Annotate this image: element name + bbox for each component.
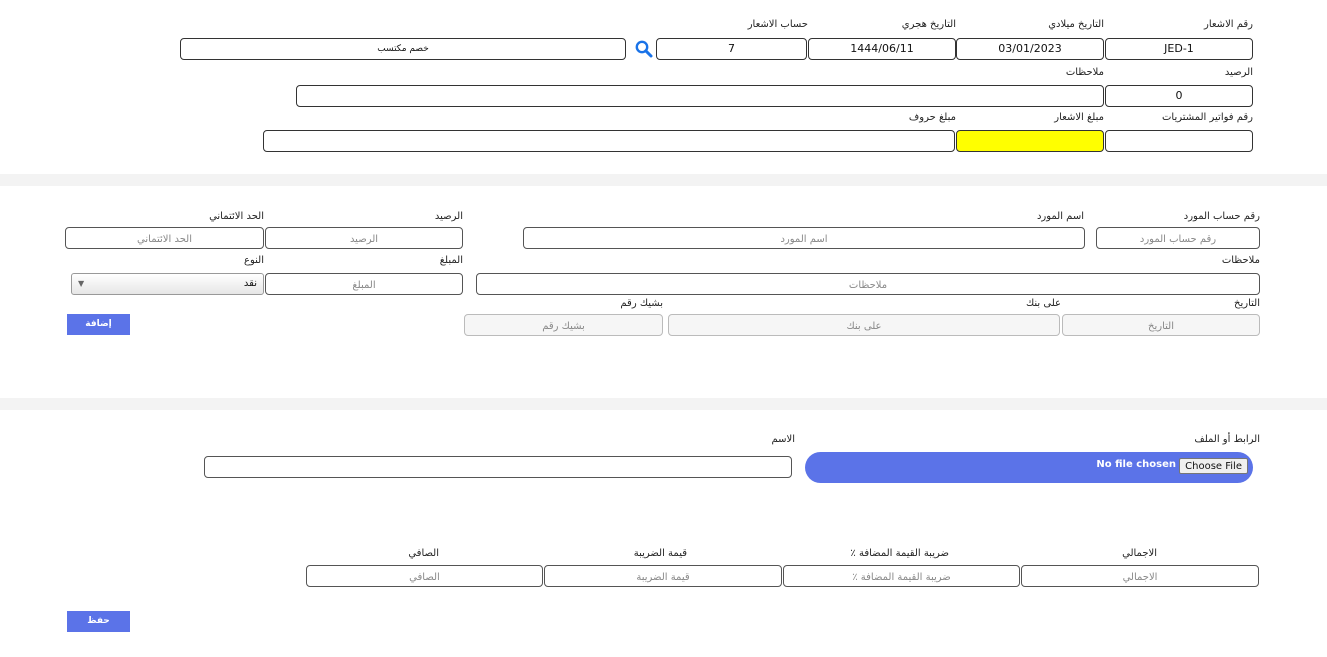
notice-amount-label: مبلغ الاشعار — [1054, 112, 1104, 123]
chevron-down-icon: ▼ — [78, 279, 85, 288]
supplier-balance-label: الرصيد — [434, 211, 463, 222]
balance-field[interactable]: 0 — [1105, 85, 1253, 107]
net-input[interactable] — [306, 565, 543, 587]
save-button[interactable]: حفظ — [67, 611, 130, 632]
tax-value-input[interactable] — [544, 565, 782, 587]
notice-no-field[interactable]: JED-1 — [1105, 38, 1253, 60]
type-select[interactable]: نقد ▼ — [71, 273, 264, 295]
supplier-balance-input[interactable] — [265, 227, 463, 249]
amount-label: المبلغ — [439, 255, 463, 266]
supplier-account-no-label: رقم حساب المورد — [1183, 211, 1260, 222]
notice-amount-field[interactable] — [956, 130, 1104, 152]
hijri-date-label: التاريخ هجري — [901, 19, 956, 30]
add-button[interactable]: إضافة — [67, 314, 130, 335]
tax-value-label: قيمة الضريبة — [633, 548, 687, 559]
section-divider — [0, 398, 1327, 410]
bank-label: على بنك — [1025, 298, 1061, 309]
cheque-no-input[interactable] — [464, 314, 663, 336]
date-input[interactable] — [1062, 314, 1260, 336]
cheque-no-label: بشيك رقم — [620, 298, 663, 309]
supplier-name-input[interactable] — [523, 227, 1085, 249]
credit-limit-label: الحد الائتماني — [209, 211, 264, 222]
supplier-notes-label: ملاحظات — [1221, 255, 1260, 266]
type-label: النوع — [244, 255, 264, 266]
attachment-name-label: الاسم — [771, 434, 795, 445]
supplier-name-label: اسم المورد — [1036, 211, 1084, 222]
hijri-date-field[interactable]: 1444/06/11 — [808, 38, 956, 60]
notes-label: ملاحظات — [1065, 67, 1104, 78]
total-label: الاجمالي — [1122, 548, 1157, 559]
balance-label: الرصيد — [1224, 67, 1253, 78]
attachment-name-input[interactable] — [204, 456, 792, 478]
type-select-value: نقد — [243, 278, 257, 289]
purchase-invoice-no-label: رقم فواتير المشتريات — [1162, 112, 1253, 123]
amount-words-field[interactable] — [263, 130, 955, 152]
notice-no-label: رقم الاشعار — [1203, 19, 1253, 30]
file-upload-control[interactable]: No file chosen Choose File — [805, 452, 1253, 483]
amount-words-label: مبلغ حروف — [908, 112, 956, 123]
choose-file-button[interactable]: Choose File — [1179, 458, 1248, 474]
search-icon[interactable] — [634, 39, 654, 59]
bank-input[interactable] — [668, 314, 1060, 336]
vat-percent-input[interactable] — [783, 565, 1020, 587]
credit-limit-input[interactable] — [65, 227, 264, 249]
supplier-account-no-input[interactable] — [1096, 227, 1260, 249]
supplier-notes-input[interactable] — [476, 273, 1260, 295]
total-input[interactable] — [1021, 565, 1259, 587]
notice-account-field[interactable]: 7 — [656, 38, 807, 60]
gregorian-date-label: التاريخ ميلادي — [1048, 19, 1104, 30]
date-label: التاريخ — [1234, 298, 1260, 309]
link-or-file-label: الرابط أو الملف — [1194, 434, 1260, 445]
account-name-field[interactable]: خصم مكتسب — [180, 38, 626, 60]
notes-field[interactable] — [296, 85, 1104, 107]
no-file-text: No file chosen — [1096, 459, 1176, 470]
vat-percent-label: ضريبة القيمة المضافة ٪ — [850, 548, 949, 559]
net-label: الصافي — [408, 548, 439, 559]
gregorian-date-field[interactable]: 03/01/2023 — [956, 38, 1104, 60]
section-divider — [0, 174, 1327, 186]
purchase-invoice-no-field[interactable] — [1105, 130, 1253, 152]
amount-input[interactable] — [265, 273, 463, 295]
notice-account-label: حساب الاشعار — [747, 19, 808, 30]
